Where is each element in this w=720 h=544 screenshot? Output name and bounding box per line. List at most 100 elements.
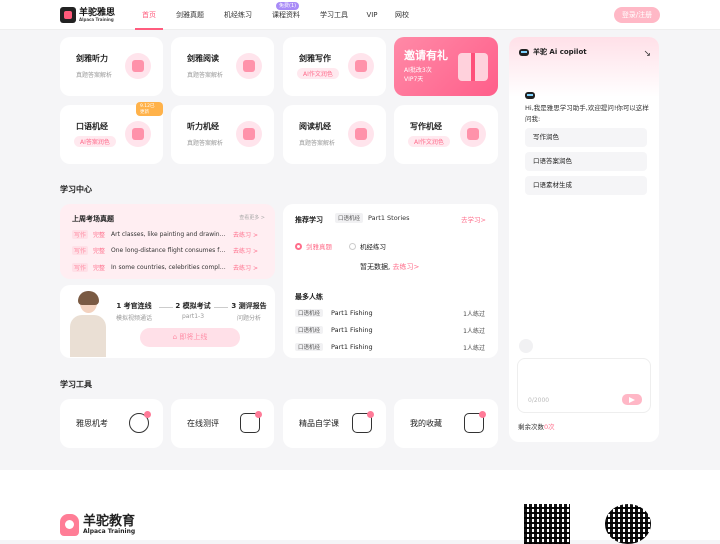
nav-vip[interactable]: VIP	[361, 0, 383, 30]
headphones-icon	[125, 53, 151, 79]
footer-logo-en: Alpaca Training	[83, 528, 136, 535]
list-item[interactable]: 写作 完整 In some countries, celebrities com…	[72, 262, 267, 272]
tile-cambridge-writing[interactable]: 剑雅写作 AI作文润色	[283, 37, 386, 96]
site-logo[interactable]: 羊驼雅思 Alpaca Training	[60, 7, 115, 23]
step-subtitle: part1-3	[181, 313, 205, 320]
tile-subtitle: 真题答案解析	[187, 72, 224, 79]
clipboard-icon	[240, 411, 262, 433]
status-tag: 完整	[93, 264, 106, 272]
list-item[interactable]: 口语机经 Part1 Fishing 1人练过	[295, 308, 485, 318]
tile-title: 剑雅听力	[76, 54, 108, 63]
empty-text: 暂无数据,	[360, 263, 391, 271]
tile-title: 剑雅写作	[299, 54, 331, 63]
robot-icon	[525, 92, 535, 99]
tile-title: 口语机经	[76, 122, 108, 131]
remaining-value: 0次	[544, 423, 555, 431]
tool-ielts-computer-test[interactable]: 雅思机考	[60, 399, 163, 448]
tool-self-study-course[interactable]: 精品自学课	[283, 399, 386, 448]
radio-cambridge[interactable]: 剑雅真题	[295, 241, 332, 251]
invite-promo-banner[interactable]: 邀请有礼 AI批改3次 VIP7天	[394, 37, 498, 96]
radio-label: 机经练习	[360, 243, 386, 251]
list-item[interactable]: 口语机经 Part1 Fishing 1人练过	[295, 325, 485, 335]
tool-label: 我的收藏	[410, 419, 442, 428]
chat-hi-icon	[125, 121, 151, 147]
empty-go-practice-link[interactable]: 去练习>	[392, 263, 419, 271]
nav-home[interactable]: 首页	[135, 0, 163, 30]
tile-cambridge-reading[interactable]: 剑雅阅读 真题答案解析	[171, 37, 274, 96]
recommend-tag: 口语机经	[335, 213, 364, 223]
nav-practice[interactable]: 机经练习	[215, 0, 261, 30]
question-text: Art classes, like painting and drawing, …	[111, 230, 228, 238]
suggestion-speaking-polish[interactable]: 口语答案润色	[525, 152, 647, 171]
qr-code-icon	[524, 504, 570, 544]
practice-count: 1人练过	[463, 310, 485, 318]
promo-title: 邀请有礼	[404, 49, 448, 62]
go-practice-link[interactable]: 去练习 >	[233, 263, 258, 272]
remaining-uses: 剩余次数0次	[518, 421, 555, 431]
char-count: 0/2000	[528, 397, 550, 404]
updated-tag: 9.12已更新	[136, 102, 163, 116]
go-practice-link[interactable]: 去练习 >	[233, 246, 258, 255]
recommend-topic: Part1 Stories	[368, 214, 410, 222]
category-tag: 写作	[72, 229, 89, 239]
robot-icon	[519, 48, 529, 56]
gift-box-icon	[458, 53, 488, 81]
radio-selected-icon	[295, 242, 302, 250]
examiner-avatar	[68, 291, 108, 357]
login-register-button[interactable]: 登录/注册	[614, 7, 660, 23]
edit-icon	[460, 121, 486, 147]
footer-logo: 羊驼教育 Alpaca Training	[60, 514, 135, 536]
tool-my-favorites[interactable]: 我的收藏	[394, 399, 498, 448]
alpaca-logo-icon	[60, 514, 79, 536]
broom-icon[interactable]	[519, 339, 533, 353]
tile-reading-practice[interactable]: 阅读机经 真题答案解析	[283, 105, 386, 164]
collapse-arrow-icon[interactable]: ↘	[643, 49, 651, 59]
list-item[interactable]: 写作 完整 One long-distance flight consumes …	[72, 245, 267, 255]
list-item[interactable]: 口语机经 Part1 Fishing 1人练过	[295, 342, 485, 352]
copilot-header	[509, 37, 659, 97]
copilot-input[interactable]: 0/2000	[517, 358, 651, 413]
video-icon	[352, 411, 374, 433]
coming-soon-button[interactable]: ⌂ 即将上线	[140, 328, 240, 347]
go-practice-link[interactable]: 去练习 >	[233, 230, 258, 239]
ai-answer-polish-pill: AI答案润色	[74, 136, 116, 147]
weekly-title: 上周考场真题	[72, 215, 114, 223]
study-center-title: 学习中心	[60, 185, 92, 194]
logo-text-en: Alpaca Training	[79, 16, 114, 22]
go-study-link[interactable]: 去学习>	[461, 214, 486, 224]
nav-cambridge-papers[interactable]: 剑雅真题	[167, 0, 213, 30]
recommended-study-card: 推荐学习 口语机经 Part1 Stories 去学习> 剑雅真题 机经练习 暂…	[283, 204, 498, 358]
ai-copilot-panel: 羊驼 Ai copilot ↘ Hi,我是雅思学习助手,欢迎提问!你可以这样问我…	[509, 37, 659, 442]
nav-study-tools[interactable]: 学习工具	[311, 0, 357, 30]
step-subtitle: 问题分析	[236, 315, 261, 322]
send-button[interactable]	[622, 394, 642, 405]
suggestion-speaking-material[interactable]: 口语素材生成	[525, 176, 647, 195]
list-item[interactable]: 写作 完整 Art classes, like painting and dra…	[72, 229, 267, 239]
status-tag: 完整	[93, 231, 106, 239]
suggestion-writing-polish[interactable]: 写作润色	[525, 128, 647, 147]
tile-cambridge-listening[interactable]: 剑雅听力 真题答案解析	[60, 37, 163, 96]
tile-speaking-practice[interactable]: 9.12已更新 口语机经 AI答案润色	[60, 102, 163, 164]
tile-subtitle: 真题答案解析	[76, 72, 113, 79]
radio-practice[interactable]: 机经练习	[349, 241, 386, 251]
mock-exam-card: 1 考官连线 模拟视频通话 2 模拟考试 part1-3 3 测评报告 问题分析…	[60, 285, 275, 358]
coming-soon-label: 即将上线	[179, 333, 208, 341]
view-more-link[interactable]: 查看更多 >	[239, 214, 265, 221]
tile-subtitle: 真题答案解析	[187, 140, 224, 147]
tile-title: 听力机经	[187, 122, 219, 131]
recommend-title: 推荐学习	[295, 216, 323, 224]
question-text: In some countries, celebrities complain …	[111, 263, 229, 271]
study-tools-title: 学习工具	[60, 380, 92, 389]
nav-online-school[interactable]: 网校	[391, 0, 413, 30]
tool-online-assessment[interactable]: 在线测评	[171, 399, 274, 448]
tile-listening-practice[interactable]: 听力机经 真题答案解析	[171, 105, 274, 164]
footer-logo-cn: 羊驼教育	[83, 514, 136, 529]
book-icon	[236, 53, 262, 79]
category-tag: 口语机经	[295, 309, 324, 317]
nav-course-materials[interactable]: 课程资料 免费(1)	[263, 0, 309, 30]
headphones-icon	[236, 121, 262, 147]
category-tag: 写作	[72, 262, 89, 272]
practice-count: 1人练过	[463, 344, 485, 352]
tile-writing-practice[interactable]: 写作机经 AI作文润色	[394, 105, 498, 164]
tile-title: 写作机经	[410, 122, 442, 131]
